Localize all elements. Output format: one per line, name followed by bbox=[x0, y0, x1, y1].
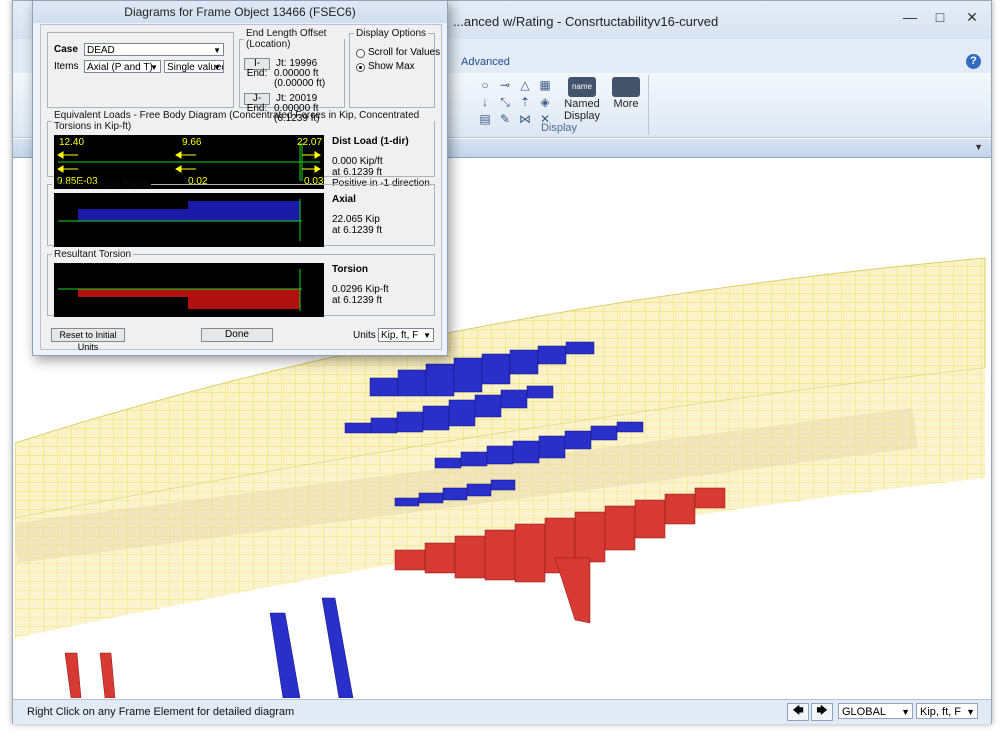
torsion-value: 0.0296 Kip-ft bbox=[332, 284, 389, 295]
items-select[interactable]: Axial (P and T) ▼ bbox=[84, 60, 161, 73]
case-label: Case bbox=[54, 44, 78, 55]
dialog-body: Case DEAD ▼ Items Axial (P and T) ▼ Single… bbox=[40, 24, 442, 352]
torsion-title: Torsion bbox=[332, 264, 368, 275]
grid-icon[interactable]: ▦ bbox=[538, 78, 552, 92]
dist-load-value: 0.000 Kip/ft bbox=[332, 156, 383, 167]
dialog-title: Diagrams for Frame Object 13466 (FSEC6) bbox=[33, 1, 447, 23]
done-button[interactable]: Done bbox=[201, 328, 273, 342]
torsion-location: at 6.1239 ft bbox=[332, 295, 383, 306]
i-end-offset-location: (0.00000 ft) bbox=[274, 78, 326, 89]
down-arrow-icon[interactable]: ↓ bbox=[478, 95, 492, 109]
resultant-torsion-group: Resultant Torsion Torsion 0.0296 Kip-ft … bbox=[47, 249, 435, 317]
display-options-group: Display Options Scroll for Values Show M… bbox=[349, 28, 440, 108]
named-display-button[interactable]: name Named Display bbox=[562, 77, 602, 122]
help-icon[interactable]: ? bbox=[966, 54, 981, 69]
valued-select[interactable]: Single valued ▼ bbox=[164, 60, 224, 73]
minus-icon[interactable]: ⊸ bbox=[498, 78, 512, 92]
minimize-button[interactable]: — bbox=[895, 7, 925, 29]
case-value: DEAD bbox=[87, 45, 115, 56]
torsion-diagram-svg bbox=[58, 269, 302, 311]
chevron-down-icon: ▼ bbox=[901, 707, 910, 717]
axial-diagram-svg bbox=[58, 199, 302, 241]
previous-arrow-icon[interactable]: 🡄 bbox=[787, 703, 809, 721]
show-max-radio[interactable] bbox=[356, 63, 365, 72]
fbd-top-right-value: 22.07 bbox=[297, 137, 323, 148]
coordinate-system-select[interactable]: GLOBAL ▼ bbox=[838, 703, 913, 719]
units-label: Units bbox=[353, 330, 376, 341]
axial-value: 22.065 Kip bbox=[332, 214, 380, 225]
chevron-down-icon: ▼ bbox=[966, 707, 975, 717]
scroll-for-values-radio[interactable] bbox=[356, 49, 365, 58]
frame-diagram-dialog: Diagrams for Frame Object 13466 (FSEC6) … bbox=[32, 0, 448, 356]
named-display-label: Named Display bbox=[563, 98, 601, 122]
more-button[interactable]: More bbox=[606, 77, 646, 121]
reset-initial-units-button[interactable]: Reset to Initial Units bbox=[51, 328, 125, 352]
resultant-torsion-legend: Resultant Torsion bbox=[54, 249, 132, 260]
next-arrow-icon[interactable]: 🡆 bbox=[811, 703, 833, 721]
case-select[interactable]: DEAD ▼ bbox=[84, 43, 224, 56]
chevron-down-icon: ▼ bbox=[213, 46, 221, 55]
maximize-button[interactable]: □ bbox=[925, 7, 955, 29]
display-group: ○ ⊸ △ ▦ ↓ ⤡ ⇡ ◈ ▤ ✎ ⋈ ✕ name Named Displ… bbox=[470, 75, 649, 135]
units-select[interactable]: Kip, ft, F ▼ bbox=[378, 328, 434, 342]
chevron-down-icon: ▼ bbox=[423, 331, 431, 340]
fbd-top-left-value: 12.40 bbox=[59, 137, 85, 148]
dist-load-location: at 6.1239 ft bbox=[332, 167, 383, 178]
view-dropdown-icon[interactable]: ▼ bbox=[974, 142, 983, 152]
tab-advanced[interactable]: Advanced bbox=[461, 56, 510, 68]
j-end-button[interactable]: J-End: bbox=[244, 93, 270, 114]
display-options-legend: Display Options bbox=[356, 28, 427, 39]
more-label: More bbox=[613, 98, 639, 110]
i-end-button[interactable]: I-End: bbox=[244, 58, 270, 79]
equivalent-loads-legend: Equivalent Loads - Free Body Diagram (Co… bbox=[54, 110, 420, 132]
fbd-top-mid-value: 9.66 bbox=[182, 137, 202, 148]
axial-location: at 6.1239 ft bbox=[332, 225, 383, 236]
app-title: ...anced w/Rating - Consrtuctabilityv16-… bbox=[453, 14, 719, 29]
resultant-axial-group: Resultant Axial Force Axial 22.065 Kip a… bbox=[47, 179, 435, 247]
shield-icon[interactable]: ◈ bbox=[538, 95, 552, 109]
scroll-for-values-label: Scroll for Values bbox=[368, 47, 441, 58]
circle-icon[interactable]: ○ bbox=[478, 78, 492, 92]
status-text: Right Click on any Frame Element for det… bbox=[27, 706, 295, 718]
close-button[interactable]: ✕ bbox=[957, 7, 987, 29]
chevron-down-icon: ▼ bbox=[213, 63, 221, 72]
torsion-diagram bbox=[54, 263, 324, 317]
end-length-offset-group: End Length Offset (Location) I-End: Jt: … bbox=[239, 28, 345, 124]
units-value: Kip, ft, F bbox=[381, 330, 419, 341]
named-display-icon: name bbox=[568, 77, 596, 97]
equivalent-loads-group: Equivalent Loads - Free Body Diagram (Co… bbox=[47, 110, 435, 189]
status-units-select[interactable]: Kip, ft, F ▼ bbox=[916, 703, 978, 719]
axial-title: Axial bbox=[332, 194, 356, 205]
axial-diagram bbox=[54, 193, 324, 247]
show-max-label: Show Max bbox=[368, 61, 415, 72]
dist-load-title: Dist Load (1-dir) bbox=[332, 136, 409, 147]
coordinate-system-value: GLOBAL bbox=[842, 706, 887, 718]
items-label: Items bbox=[54, 61, 79, 72]
items-value: Axial (P and T) bbox=[87, 62, 153, 73]
more-icon bbox=[612, 77, 640, 97]
up-arrow-icon[interactable]: ⇡ bbox=[518, 95, 532, 109]
display-group-label: Display bbox=[540, 122, 578, 134]
diagonal-icon[interactable]: ⤡ bbox=[498, 95, 512, 109]
end-length-offset-legend: End Length Offset (Location) bbox=[246, 28, 327, 50]
status-units-value: Kip, ft, F bbox=[920, 706, 961, 718]
triangle-icon[interactable]: △ bbox=[518, 78, 532, 92]
case-group: Case DEAD ▼ Items Axial (P and T) ▼ Single… bbox=[47, 32, 234, 108]
chevron-down-icon: ▼ bbox=[150, 63, 158, 72]
resultant-axial-legend: Resultant Axial Force bbox=[54, 179, 149, 190]
status-bar: Right Click on any Frame Element for det… bbox=[13, 699, 991, 724]
